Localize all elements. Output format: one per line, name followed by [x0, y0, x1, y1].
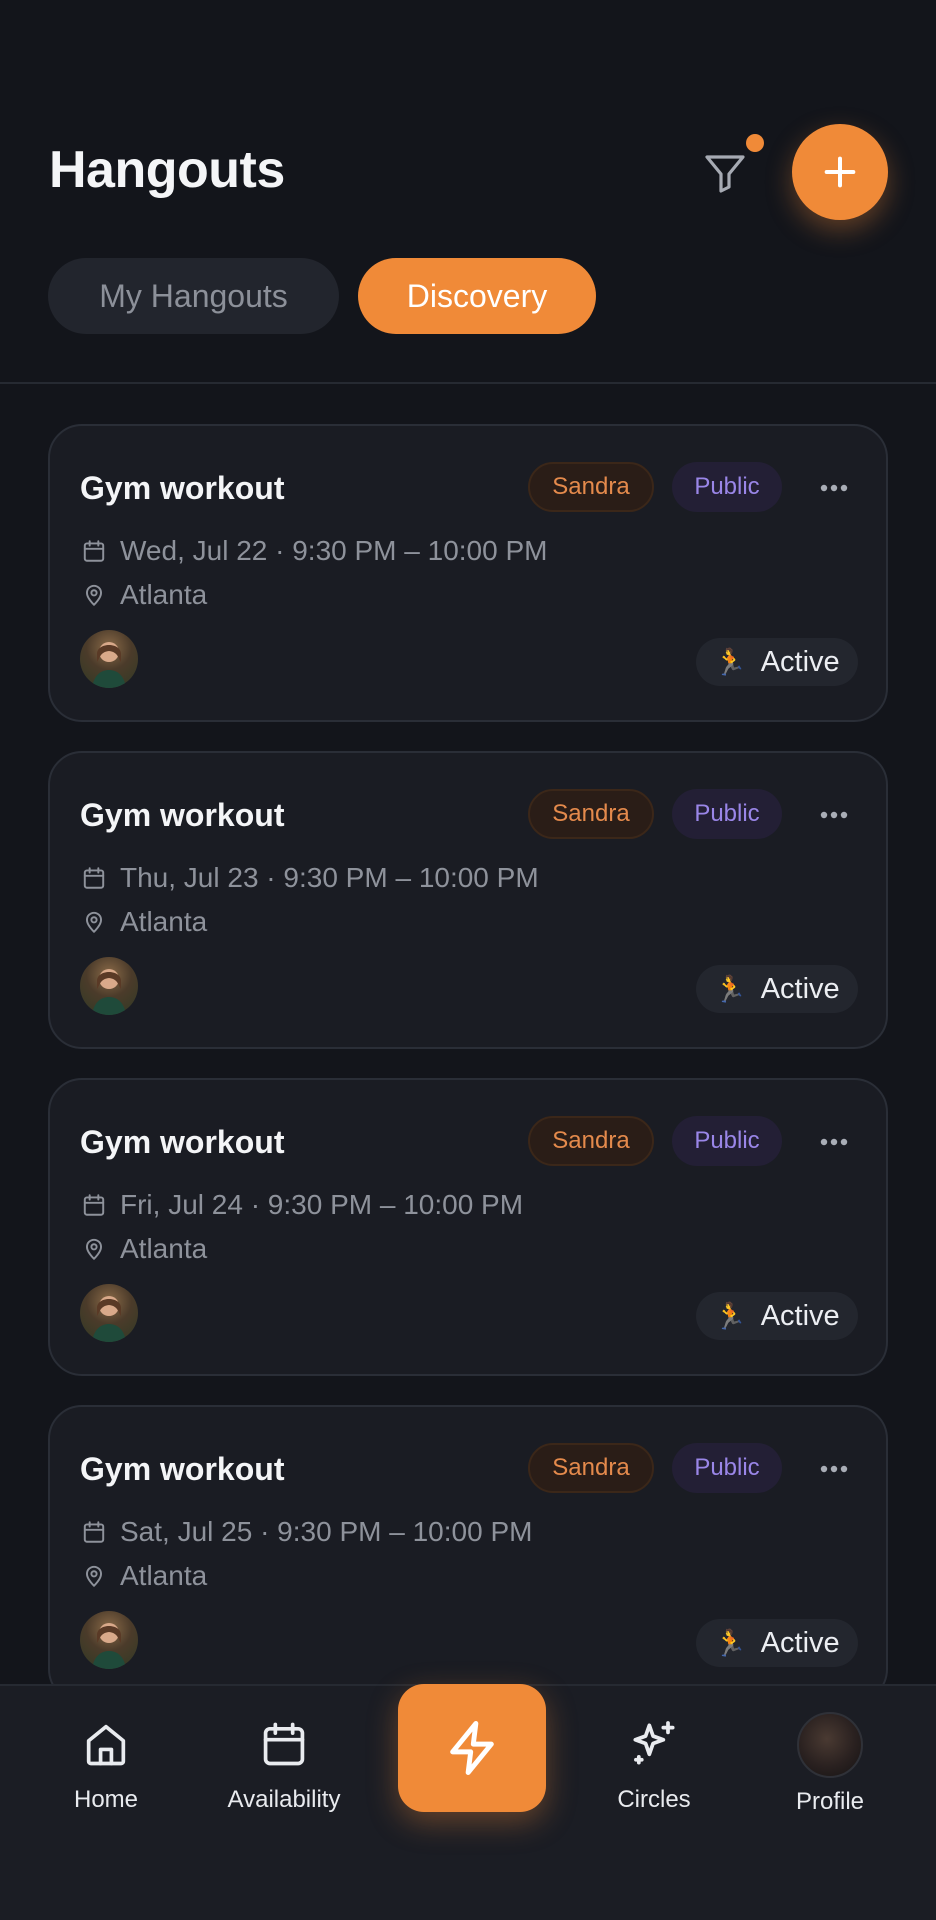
nav-home-label: Home	[73, 1786, 139, 1813]
calendar-icon	[80, 1518, 108, 1546]
more-options-button[interactable]	[816, 1124, 852, 1160]
status-pill: 🏃 Active	[696, 965, 858, 1013]
location-pin-icon	[80, 1562, 108, 1590]
visibility-badge: Public	[672, 1116, 782, 1166]
hangout-location: Atlanta	[120, 906, 208, 937]
status-label: Active	[760, 1626, 840, 1659]
more-icon	[820, 1465, 848, 1473]
more-options-button[interactable]	[816, 1451, 852, 1487]
calendar-icon	[80, 537, 108, 565]
status-label: Active	[760, 972, 840, 1005]
participant-avatar[interactable]	[80, 1284, 138, 1342]
status-label: Active	[760, 1299, 840, 1332]
location-pin-icon	[80, 1235, 108, 1263]
profile-avatar	[797, 1712, 863, 1778]
status-label: Active	[760, 645, 840, 678]
host-badge: Sandra	[528, 1116, 654, 1166]
hangout-location: Atlanta	[120, 1560, 208, 1591]
filter-notification-dot	[746, 134, 764, 152]
visibility-badge: Public	[672, 1443, 782, 1493]
home-icon	[78, 1716, 134, 1772]
nav-profile[interactable]: Profile	[780, 1712, 880, 1816]
status-pill: 🏃 Active	[696, 1292, 858, 1340]
participant-avatar[interactable]	[80, 1611, 138, 1669]
more-options-button[interactable]	[816, 797, 852, 833]
running-icon: 🏃	[714, 973, 747, 1004]
tab-discovery[interactable]: Discovery	[358, 258, 596, 334]
more-icon	[820, 484, 848, 492]
more-icon	[820, 811, 848, 819]
calendar-icon	[80, 864, 108, 892]
hangout-date: Sat, Jul 25 · 9:30 PM – 10:00 PM	[120, 1516, 533, 1547]
filter-icon	[705, 155, 745, 193]
hangout-date-row: Sat, Jul 25 · 9:30 PM – 10:00 PM	[80, 1515, 532, 1549]
hangout-title: Gym workout	[80, 470, 285, 506]
status-pill: 🏃 Active	[696, 1619, 858, 1667]
location-pin-icon	[80, 581, 108, 609]
hangout-card[interactable]: Gym workout Sandra Public Fri, Jul 24 · …	[48, 1078, 888, 1376]
nav-availability[interactable]: Availability	[216, 1716, 352, 1814]
host-badge: Sandra	[528, 789, 654, 839]
hangout-date-row: Fri, Jul 24 · 9:30 PM – 10:00 PM	[80, 1188, 523, 1222]
running-icon: 🏃	[714, 646, 747, 677]
plus-icon	[824, 156, 856, 188]
header: Hangouts My Hangouts Discovery	[0, 0, 936, 384]
hangout-title: Gym workout	[80, 1124, 285, 1160]
hangout-date: Wed, Jul 22 · 9:30 PM – 10:00 PM	[120, 535, 548, 566]
hangout-date-row: Thu, Jul 23 · 9:30 PM – 10:00 PM	[80, 861, 539, 895]
filter-button[interactable]	[694, 142, 756, 204]
host-badge: Sandra	[528, 1443, 654, 1493]
hangout-date: Fri, Jul 24 · 9:30 PM – 10:00 PM	[120, 1189, 524, 1220]
add-hangout-button[interactable]	[792, 124, 888, 220]
quick-action-button[interactable]	[398, 1684, 546, 1812]
nav-availability-label: Availability	[227, 1786, 341, 1813]
running-icon: 🏃	[714, 1627, 747, 1658]
visibility-badge: Public	[672, 462, 782, 512]
nav-circles[interactable]: Circles	[604, 1716, 704, 1814]
location-pin-icon	[80, 908, 108, 936]
hangout-title: Gym workout	[80, 1451, 285, 1487]
hangout-title: Gym workout	[80, 797, 285, 833]
nav-home[interactable]: Home	[58, 1716, 154, 1814]
hangout-card[interactable]: Gym workout Sandra Public Wed, Jul 22 · …	[48, 424, 888, 722]
host-badge: Sandra	[528, 462, 654, 512]
hangout-location: Atlanta	[120, 1233, 208, 1264]
hangout-card[interactable]: Gym workout Sandra Public Thu, Jul 23 · …	[48, 751, 888, 1049]
visibility-badge: Public	[672, 789, 782, 839]
running-icon: 🏃	[714, 1300, 747, 1331]
sparkles-icon	[626, 1716, 682, 1772]
hangout-location-row: Atlanta	[80, 1559, 207, 1593]
bottom-nav: Home Availability Circles Profile	[0, 1684, 936, 1920]
nav-profile-label: Profile	[795, 1788, 865, 1815]
participant-avatar[interactable]	[80, 957, 138, 1015]
lightning-icon	[450, 1721, 494, 1775]
hangout-location: Atlanta	[120, 579, 208, 610]
status-pill: 🏃 Active	[696, 638, 858, 686]
hangout-location-row: Atlanta	[80, 905, 207, 939]
hangout-card[interactable]: Gym workout Sandra Public Sat, Jul 25 · …	[48, 1405, 888, 1703]
more-options-button[interactable]	[816, 470, 852, 506]
hangout-location-row: Atlanta	[80, 1232, 207, 1266]
tab-my-hangouts[interactable]: My Hangouts	[48, 258, 339, 334]
page-title: Hangouts	[49, 141, 285, 199]
participant-avatar[interactable]	[80, 630, 138, 688]
calendar-icon	[256, 1716, 312, 1772]
hangout-date: Thu, Jul 23 · 9:30 PM – 10:00 PM	[120, 862, 539, 893]
more-icon	[820, 1138, 848, 1146]
calendar-icon	[80, 1191, 108, 1219]
nav-circles-label: Circles	[617, 1786, 691, 1813]
hangout-date-row: Wed, Jul 22 · 9:30 PM – 10:00 PM	[80, 534, 547, 568]
hangout-location-row: Atlanta	[80, 578, 207, 612]
